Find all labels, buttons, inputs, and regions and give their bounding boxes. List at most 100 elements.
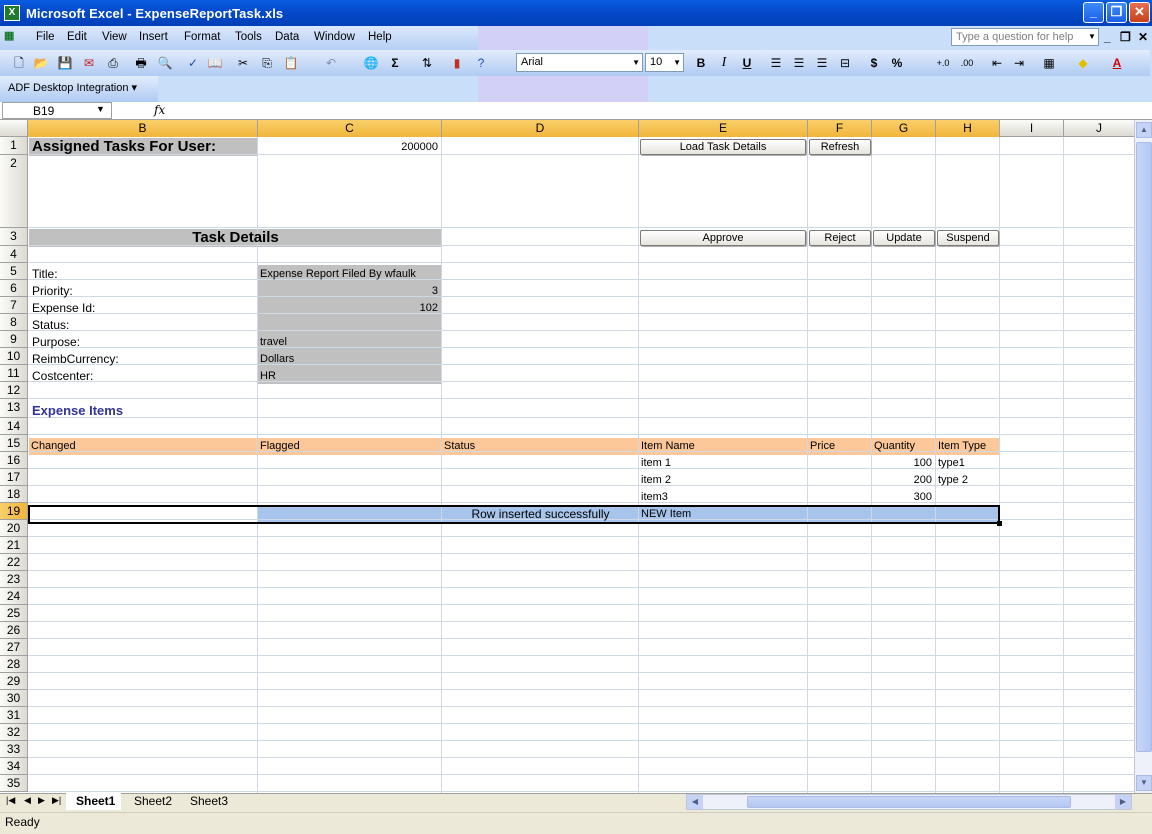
item-quantity[interactable]: 100 [872,457,934,469]
new-icon[interactable]: 🗋 [10,54,28,72]
refresh-button[interactable]: Refresh [809,139,871,155]
column-header-f[interactable]: F [808,120,872,137]
field-value-priority[interactable]: 3 [258,285,440,297]
row-header[interactable]: 9 [0,331,28,348]
bold-button[interactable]: B [692,54,710,72]
print-icon[interactable]: ⎙ [104,54,122,72]
assigned-user-value[interactable]: 200000 [258,141,440,153]
field-value-title[interactable]: Expense Report Filed By wfaulk [258,268,418,280]
formula-input[interactable] [170,102,1152,119]
adf-desktop-integration-menu[interactable]: ADF Desktop Integration ▾ [8,81,137,94]
row-header[interactable]: 4 [0,246,28,263]
column-header-d[interactable]: D [442,120,639,137]
font-size-select[interactable]: 10 ▼ [645,53,684,72]
row-header[interactable]: 30 [0,690,28,707]
chevron-down-icon[interactable]: ▼ [96,104,105,114]
row-header[interactable]: 7 [0,297,28,314]
increase-decimal-icon[interactable]: +.0 [934,54,952,72]
doc-restore-icon[interactable]: ❐ [1120,30,1131,44]
insert-function-icon[interactable]: fx [154,103,165,117]
copy-icon[interactable]: ⎘ [258,54,276,72]
align-right-icon[interactable]: ☰ [813,54,831,72]
help-icon[interactable]: ? [472,54,490,72]
autosum-icon[interactable]: Σ [386,54,404,72]
fill-handle[interactable] [997,521,1002,526]
fill-color-icon[interactable]: ◆ [1074,54,1092,72]
spelling-icon[interactable]: ✓ [184,54,202,72]
item-name[interactable]: item 2 [639,474,673,486]
column-header-h[interactable]: H [936,120,1000,137]
first-sheet-icon[interactable]: |◀ [6,795,15,806]
row-header[interactable]: 31 [0,707,28,724]
horizontal-scroll-thumb[interactable] [747,796,1071,808]
approve-button[interactable]: Approve [640,230,806,246]
row-header[interactable]: 5 [0,263,28,280]
reject-button[interactable]: Reject [809,230,871,246]
menu-format[interactable]: Format [184,31,220,43]
row-header[interactable]: 19 [0,503,28,520]
suspend-button[interactable]: Suspend [937,230,999,246]
vertical-scroll-thumb[interactable] [1136,142,1152,752]
increase-indent-icon[interactable]: ⇥ [1010,54,1028,72]
restore-button[interactable]: ❐ [1106,2,1127,23]
row-header[interactable]: 35 [0,775,28,792]
row-header[interactable]: 26 [0,622,28,639]
column-header-i[interactable]: I [1000,120,1064,137]
paste-icon[interactable]: 📋 [282,54,300,72]
chart-icon[interactable]: ▮ [448,54,466,72]
menu-file[interactable]: File [36,31,55,43]
row-header[interactable]: 15 [0,435,28,452]
minimize-button[interactable]: _ [1083,2,1104,23]
close-button[interactable]: ✕ [1129,2,1150,23]
decrease-indent-icon[interactable]: ⇤ [988,54,1006,72]
item-type[interactable]: type 2 [936,474,970,486]
scroll-right-icon[interactable]: ▶ [1115,795,1131,809]
item-quantity[interactable]: 200 [872,474,934,486]
workbook-icon[interactable]: ▦ [4,29,24,47]
sheet-tab-1[interactable]: Sheet1 [66,793,122,810]
column-header-c[interactable]: C [258,120,442,137]
field-value-purpose[interactable]: travel [258,336,289,348]
save-icon[interactable]: 💾 [56,54,74,72]
menu-view[interactable]: View [102,31,127,43]
row-header[interactable]: 21 [0,537,28,554]
row-header[interactable]: 28 [0,656,28,673]
undo-icon[interactable]: ↶ [322,54,340,72]
sheet-tab-3[interactable]: Sheet3 [180,793,234,810]
borders-icon[interactable]: ▦ [1040,54,1058,72]
menu-window[interactable]: Window [314,31,355,43]
row-header[interactable]: 33 [0,741,28,758]
font-name-select[interactable]: Arial ▼ [516,53,643,72]
help-search-input[interactable]: Type a question for help [951,28,1099,46]
row-header[interactable]: 8 [0,314,28,331]
font-color-icon[interactable]: A [1108,54,1126,72]
column-header-e[interactable]: E [639,120,808,137]
field-value-expense-id[interactable]: 102 [258,302,440,314]
load-task-details-button[interactable]: Load Task Details [640,139,806,155]
menu-insert[interactable]: Insert [139,31,168,43]
permission-icon[interactable]: ✉ [80,54,98,72]
open-icon[interactable]: 📂 [32,54,50,72]
row-header[interactable]: 27 [0,639,28,656]
column-header-g[interactable]: G [872,120,936,137]
doc-close-icon[interactable]: ✕ [1138,30,1148,44]
print-preview-icon[interactable]: 🖶 [132,54,150,72]
row-header[interactable]: 6 [0,280,28,297]
sort-icon[interactable]: ⇅ [418,54,436,72]
row-header[interactable]: 25 [0,605,28,622]
column-header-j[interactable]: J [1064,120,1134,137]
menu-tools[interactable]: Tools [235,31,262,43]
research-icon[interactable]: 📖 [206,54,224,72]
prev-sheet-icon[interactable]: ◀ [24,795,31,806]
percent-button[interactable]: % [888,54,906,72]
merge-center-icon[interactable]: ⊟ [836,54,854,72]
item-type[interactable]: type1 [936,457,967,469]
row-header[interactable]: 11 [0,365,28,382]
row-header[interactable]: 20 [0,520,28,537]
row-header[interactable]: 13 [0,399,28,418]
next-sheet-icon[interactable]: ▶ [38,795,45,806]
decrease-decimal-icon[interactable]: .00 [958,54,976,72]
row-header[interactable]: 10 [0,348,28,365]
item-name[interactable]: item 1 [639,457,673,469]
field-value-costcenter[interactable]: HR [258,370,278,382]
